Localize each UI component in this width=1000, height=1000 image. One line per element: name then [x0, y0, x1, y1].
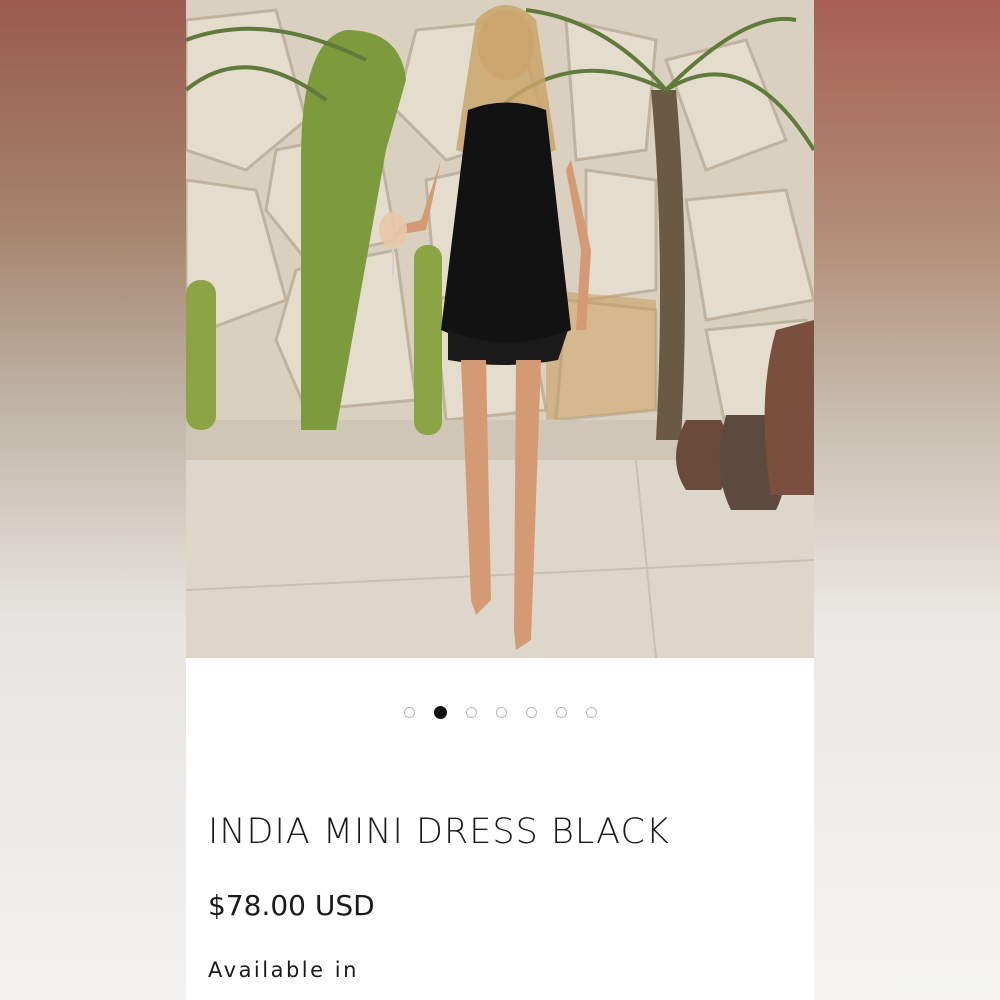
carousel-dot[interactable] — [525, 706, 537, 718]
availability-label: Available in — [208, 958, 359, 982]
carousel-dot[interactable] — [495, 706, 507, 718]
carousel-dot[interactable] — [555, 706, 567, 718]
background-blur-right — [814, 0, 1000, 1000]
carousel-dot[interactable] — [465, 706, 477, 718]
product-photo-illustration — [186, 0, 814, 658]
product-page: INDIA MINI DRESS BLACK $78.00 USD Availa… — [186, 0, 814, 1000]
carousel-dot[interactable] — [433, 705, 447, 719]
carousel-dot[interactable] — [403, 706, 415, 718]
carousel-dot[interactable] — [585, 706, 597, 718]
product-title: INDIA MINI DRESS BLACK — [208, 812, 670, 852]
product-price: $78.00 USD — [208, 889, 375, 922]
background-blur-left — [0, 0, 186, 1000]
product-image[interactable] — [186, 0, 814, 658]
image-carousel-dots — [186, 704, 814, 720]
